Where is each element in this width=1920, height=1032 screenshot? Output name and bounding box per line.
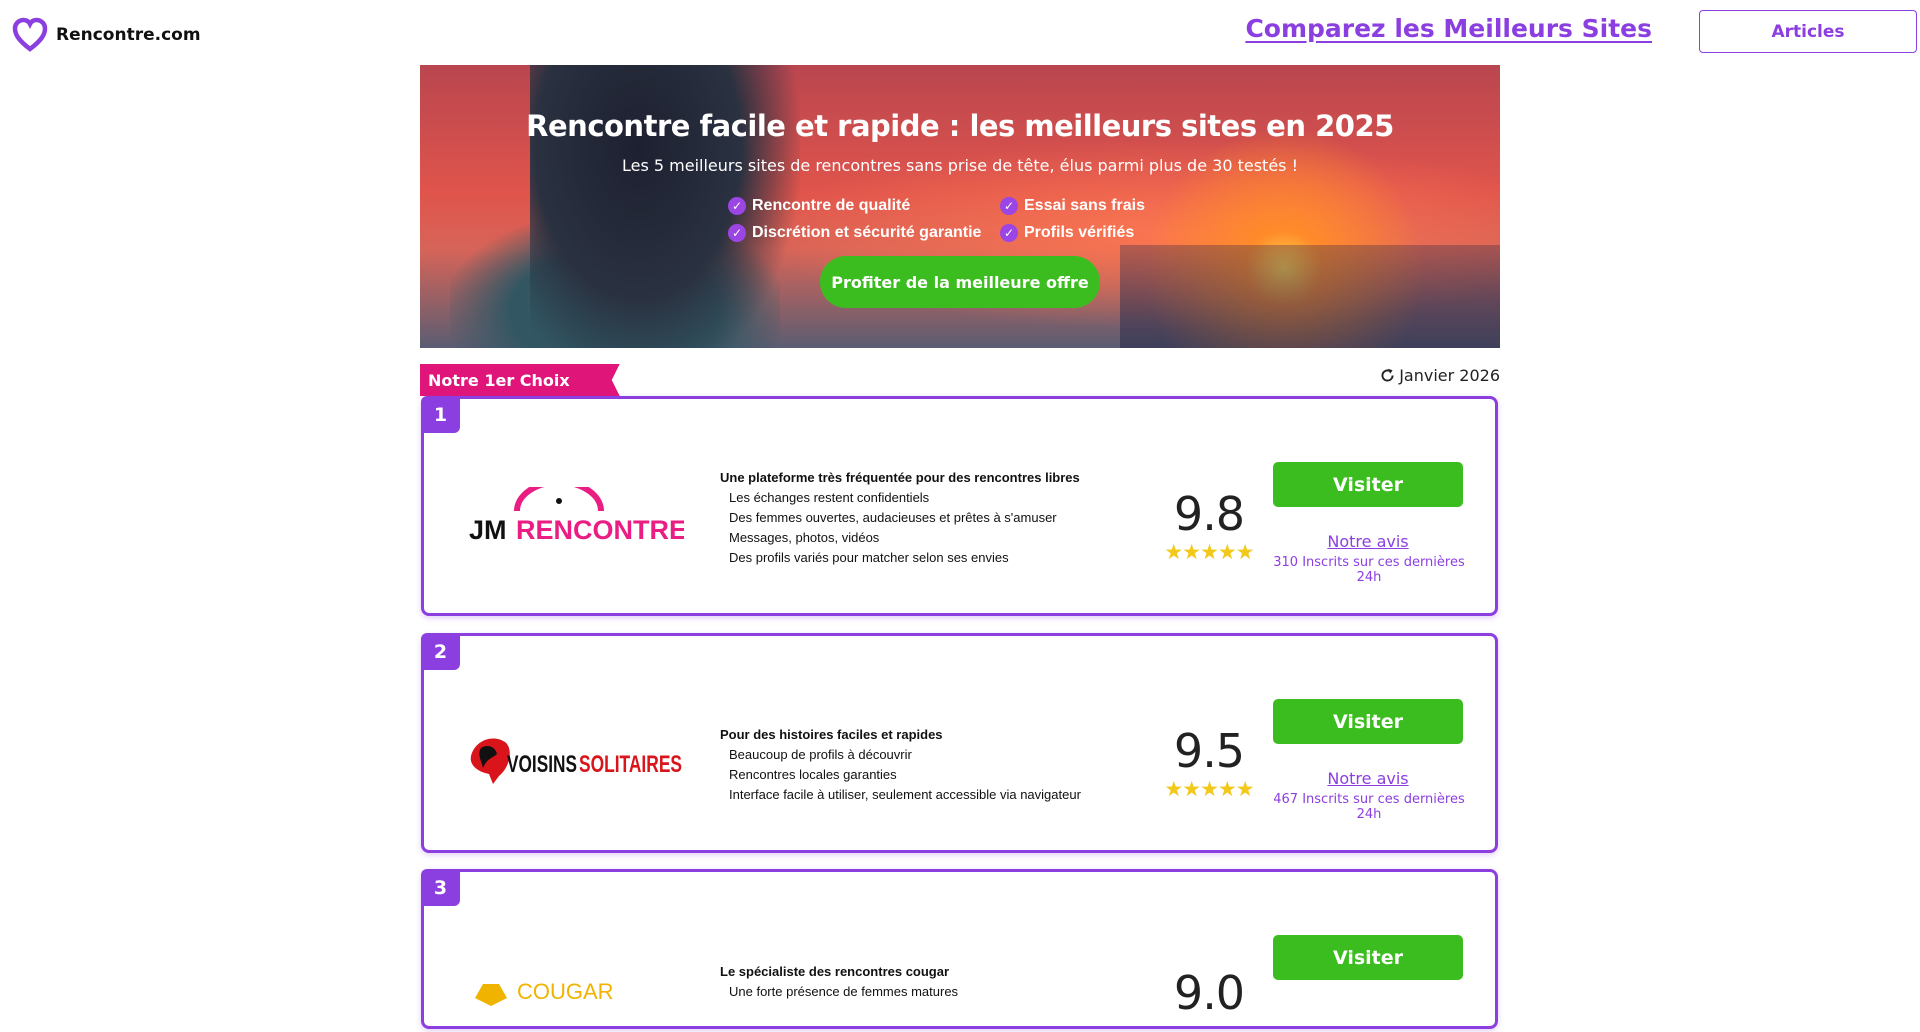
cougar-logo[interactable]: COUGAR — [469, 972, 684, 1032]
features-list: Le spécialiste des rencontres cougar Une… — [720, 964, 1140, 1004]
rank-badge: 3 — [421, 869, 460, 906]
feature-item: Messages, photos, vidéos — [729, 530, 880, 545]
check-icon: ✓ — [1000, 224, 1018, 242]
feature-item: Les échanges restent confidentiels — [729, 490, 930, 505]
hero-feature-label: Rencontre de qualité — [752, 197, 911, 214]
hero-feature: ✓ Essai sans frais — [1000, 197, 1145, 215]
site-score: 9.0 — [1173, 966, 1245, 1020]
star-rating-icon: ★★★★★ — [1164, 778, 1254, 801]
star-rating-icon: ★★★★★ — [1164, 541, 1254, 564]
check-icon: ✓ — [728, 197, 746, 215]
hero-subtitle: Les 5 meilleurs sites de rencontres sans… — [622, 156, 1298, 175]
site-score: 9.8 — [1173, 487, 1245, 541]
refresh-icon — [1381, 368, 1394, 382]
hero-feature-label: Discrétion et sécurité garantie — [752, 224, 982, 241]
review-link[interactable]: Notre avis — [1273, 532, 1463, 551]
top-choice-ribbon: Notre 1er Choix — [420, 364, 620, 396]
feature-item: Rencontres locales garanties — [729, 767, 897, 782]
voisins-solitaires-logo[interactable]: VOISINS SOLITAIRES — [469, 728, 684, 788]
site-logo[interactable]: Rencontre.com — [12, 17, 201, 53]
site-score: 9.5 — [1173, 724, 1245, 778]
feature-item: Des femmes ouvertes, audacieuses et prêt… — [729, 510, 1057, 525]
features-title: Le spécialiste des rencontres cougar — [720, 964, 950, 979]
update-date: Janvier 2026 — [1379, 366, 1500, 385]
rank-badge: 2 — [421, 633, 460, 670]
check-icon: ✓ — [728, 224, 746, 242]
features-list: Une plateforme très fréquentée pour des … — [720, 470, 1140, 570]
heart-logo-icon — [12, 17, 48, 52]
visit-button[interactable]: Visiter — [1273, 935, 1463, 980]
logo-text: Rencontre.com — [56, 25, 201, 45]
hero-city-lights — [1120, 245, 1500, 348]
feature-item: Beaucoup de profils à découvrir — [729, 747, 912, 762]
logo-text-jm: JM — [469, 515, 507, 545]
feature-item: Une forte présence de femmes matures — [729, 984, 959, 999]
logo-text-rencontre: RENCONTRE — [516, 515, 684, 545]
hero-title: Rencontre facile et rapide : les meilleu… — [526, 109, 1394, 143]
logo-text-cougar: COUGAR — [517, 979, 614, 1004]
check-icon: ✓ — [1000, 197, 1018, 215]
features-list: Pour des histoires faciles et rapides Be… — [720, 727, 1140, 807]
logo-text-voisins: VOISINS — [507, 751, 577, 778]
feature-item: Des profils variés pour matcher selon se… — [729, 550, 1009, 565]
update-date-text: Janvier 2026 — [1399, 366, 1500, 385]
hero-feature: ✓ Profils vérifiés — [1000, 224, 1134, 242]
features-title: Pour des histoires faciles et rapides — [720, 727, 943, 742]
site-card: 1 JM RENCONTRE Une plateforme très fréqu… — [421, 396, 1498, 616]
hero-banner: Rencontre facile et rapide : les meilleu… — [420, 65, 1500, 348]
features-title: Une plateforme très fréquentée pour des … — [720, 470, 1080, 485]
feature-item: Interface facile à utiliser, seulement a… — [729, 787, 1081, 802]
signups-count: 310 Inscrits sur ces dernières 24h — [1273, 555, 1465, 585]
site-card: 2 VOISINS SOLITAIRES Pour des histoires … — [421, 633, 1498, 853]
compare-sites-link[interactable]: Comparez les Meilleurs Sites — [1245, 14, 1652, 43]
hero-feature: ✓ Discrétion et sécurité garantie — [728, 224, 981, 242]
rank-badge: 1 — [421, 396, 460, 433]
hero-feature-label: Profils vérifiés — [1024, 224, 1135, 241]
site-card: 3 COUGAR Le spécialiste des rencontres c… — [421, 869, 1498, 1029]
review-link[interactable]: Notre avis — [1273, 769, 1463, 788]
jm-rencontre-logo[interactable]: JM RENCONTRE — [469, 487, 684, 547]
visit-button[interactable]: Visiter — [1273, 699, 1463, 744]
articles-button[interactable]: Articles — [1699, 10, 1917, 53]
visit-button[interactable]: Visiter — [1273, 462, 1463, 507]
hero-feature-label: Essai sans frais — [1024, 197, 1145, 214]
hero-feature: ✓ Rencontre de qualité — [728, 197, 910, 215]
best-offer-button[interactable]: Profiter de la meilleure offre — [820, 256, 1100, 308]
logo-text-solitaires: SOLITAIRES — [579, 751, 682, 778]
signups-count: 467 Inscrits sur ces dernières 24h — [1273, 792, 1465, 822]
